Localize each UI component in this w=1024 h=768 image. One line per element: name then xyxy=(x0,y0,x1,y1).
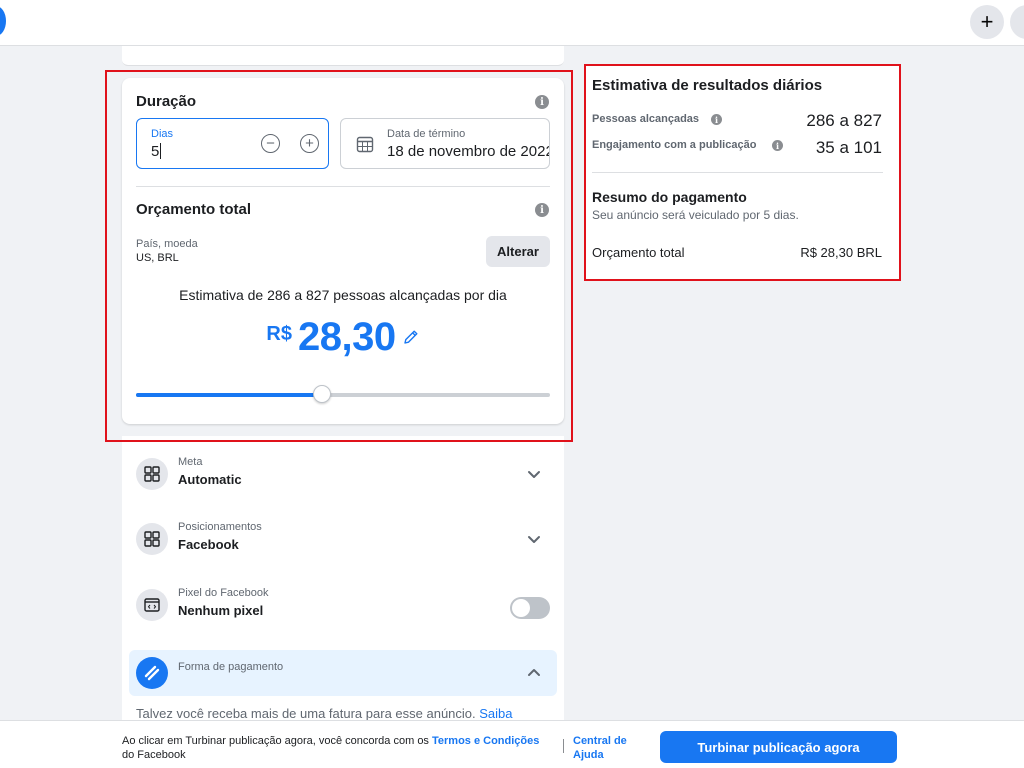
placements-grid-icon xyxy=(136,523,168,555)
budget-slider-handle[interactable] xyxy=(313,385,332,403)
ad-settings-panel: Meta Automatic Posicionamentos Facebook … xyxy=(122,436,564,726)
reach-label: Pessoas alcançadas xyxy=(592,113,700,125)
currency-symbol: R$ xyxy=(266,323,292,345)
placements-value: Facebook xyxy=(178,537,239,552)
plus-icon: + xyxy=(980,9,994,34)
end-date-label: Data de término xyxy=(387,128,466,140)
days-field[interactable]: Dias 5 − + xyxy=(136,118,329,169)
terms-text: Ao clicar em Turbinar publicação agora, … xyxy=(122,735,540,761)
chevron-up-icon[interactable] xyxy=(526,665,542,681)
pixel-label: Pixel do Facebook xyxy=(178,587,269,599)
payment-summary-description: Seu anúncio será veiculado por 5 dias. xyxy=(592,208,799,222)
goal-row[interactable]: Meta Automatic xyxy=(122,448,564,506)
learn-more-link[interactable]: Saiba xyxy=(479,706,512,721)
daily-results-title: Estimativa de resultados diários xyxy=(592,77,823,94)
pencil-icon[interactable] xyxy=(402,328,420,346)
terms-link[interactable]: Termos e Condições xyxy=(432,735,539,747)
calendar-icon xyxy=(356,136,374,153)
goal-grid-icon xyxy=(136,458,168,490)
footer-bar: Ao clicar em Turbinar publicação agora, … xyxy=(0,720,1024,768)
duration-title: Duração xyxy=(136,93,197,110)
payment-method-row[interactable]: Forma de pagamento xyxy=(129,650,557,696)
goal-label: Meta xyxy=(178,456,203,468)
country-currency-value: US, BRL xyxy=(136,252,179,264)
pixel-toggle[interactable] xyxy=(510,597,550,619)
placements-row[interactable]: Posicionamentos Facebook xyxy=(122,513,564,571)
country-currency-label: País, moeda xyxy=(136,238,198,250)
divider xyxy=(592,172,883,173)
payment-summary-title: Resumo do pagamento xyxy=(592,189,747,205)
previous-section-end xyxy=(122,46,564,66)
payment-method-label: Forma de pagamento xyxy=(178,661,284,673)
minus-circle-icon[interactable]: − xyxy=(261,134,280,153)
budget-value: 28,30 xyxy=(297,315,396,359)
duration-budget-card: Duração i Dias 5 − + Data de término 18 … xyxy=(122,78,564,424)
change-currency-button[interactable]: Alterar xyxy=(486,236,550,267)
budget-title: Orçamento total xyxy=(136,201,252,218)
placements-label: Posicionamentos xyxy=(178,521,262,533)
total-budget-value: R$ 28,30 BRL xyxy=(800,245,882,260)
budget-amount: R$ 28,30 xyxy=(122,315,564,360)
payment-card-icon xyxy=(136,657,168,689)
engagement-label: Engajamento com a publicação xyxy=(592,139,757,151)
days-value[interactable]: 5 xyxy=(151,143,162,160)
chevron-down-icon[interactable] xyxy=(526,531,542,547)
chevron-down-icon[interactable] xyxy=(526,466,542,482)
top-bar: + xyxy=(0,0,1024,46)
goal-value: Automatic xyxy=(178,472,242,487)
reach-value: 286 a 827 xyxy=(806,111,882,130)
facebook-logo[interactable] xyxy=(0,6,6,36)
invoice-note: Talvez você receba mais de uma fatura pa… xyxy=(136,706,513,721)
reach-estimate-text: Estimativa de 286 a 827 pessoas alcançad… xyxy=(179,287,507,303)
budget-slider-fill xyxy=(136,393,323,397)
info-icon[interactable]: i xyxy=(535,95,549,109)
info-icon[interactable]: i xyxy=(711,114,722,125)
end-date-value: 18 de novembro de 2022 xyxy=(387,143,550,160)
divider xyxy=(136,186,550,187)
info-icon[interactable]: i xyxy=(535,203,549,217)
pixel-value: Nenhum pixel xyxy=(178,603,264,618)
pixel-code-icon xyxy=(136,589,168,621)
info-icon[interactable]: i xyxy=(772,140,783,151)
pixel-row: Pixel do Facebook Nenhum pixel xyxy=(122,579,564,637)
divider xyxy=(563,739,564,753)
boost-post-button[interactable]: Turbinar publicação agora xyxy=(660,731,897,763)
menu-button[interactable] xyxy=(1010,5,1024,39)
help-center-link[interactable]: Central de Ajuda xyxy=(573,734,643,762)
daily-results-panel: Estimativa de resultados diários Pessoas… xyxy=(586,66,900,280)
plus-circle-icon[interactable]: + xyxy=(300,134,319,153)
create-button[interactable]: + xyxy=(970,5,1004,39)
days-label: Dias xyxy=(151,128,174,140)
budget-slider[interactable] xyxy=(136,385,550,403)
total-budget-label: Orçamento total xyxy=(592,245,685,260)
engagement-value: 35 a 101 xyxy=(815,138,882,157)
end-date-field[interactable]: Data de término 18 de novembro de 2022 xyxy=(340,118,550,169)
